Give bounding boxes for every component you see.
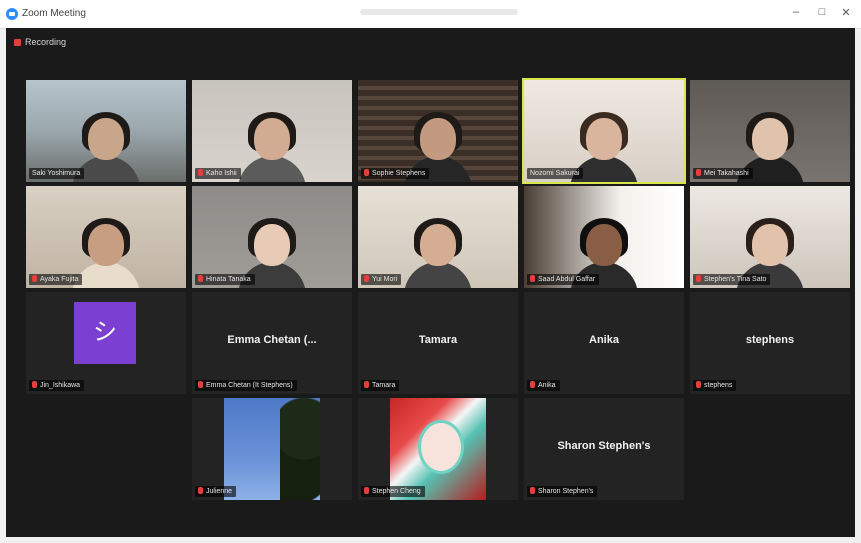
record-icon: [14, 39, 21, 46]
participant-name: Mei Takahashi: [693, 168, 753, 179]
muted-mic-icon: [198, 381, 203, 388]
muted-mic-icon: [696, 169, 701, 176]
participant-name: Stephen Cheng: [361, 486, 425, 497]
participant-tile[interactable]: Emma Chetan (... Emma Chetan (It Stephen…: [192, 292, 352, 394]
participant-name: Julienne: [195, 486, 237, 497]
close-button[interactable]: ✕: [838, 6, 854, 19]
muted-mic-icon: [696, 275, 701, 282]
participant-name: Tamara: [361, 380, 400, 391]
participant-tile[interactable]: stephens stephens: [690, 292, 850, 394]
window-title: Zoom Meeting: [22, 8, 86, 19]
muted-mic-icon: [530, 487, 535, 494]
maximize-button[interactable]: □: [814, 6, 830, 18]
participant-tile[interactable]: Stephen's Tina Sato: [690, 186, 850, 288]
participant-display-name: Tamara: [418, 334, 458, 346]
participant-tile[interactable]: Saad Abdul Gaffar: [524, 186, 684, 288]
muted-mic-icon: [32, 381, 37, 388]
muted-mic-icon: [530, 275, 535, 282]
meeting-gallery-view: Recording Saki Yoshimura Kaho Ishii Soph…: [6, 28, 855, 537]
muted-mic-icon: [32, 275, 37, 282]
recording-indicator[interactable]: Recording: [14, 37, 66, 47]
participant-name: Yui Mori: [361, 274, 402, 285]
participant-tile[interactable]: シ Jin_Ishikawa: [26, 292, 186, 394]
participant-tile[interactable]: Tamara Tamara: [358, 292, 518, 394]
muted-mic-icon: [364, 381, 369, 388]
participant-display-name: Sharon Stephen's: [557, 440, 651, 452]
participant-tile[interactable]: Saki Yoshimura: [26, 80, 186, 182]
zoom-app-icon: [6, 8, 18, 20]
participant-tile[interactable]: Anika Anika: [524, 292, 684, 394]
participant-tile[interactable]: Julienne: [192, 398, 352, 500]
participant-tile[interactable]: Yui Mori: [358, 186, 518, 288]
participant-name: stephens: [693, 380, 737, 391]
participant-name: Sophie Stephens: [361, 168, 430, 179]
participant-tile[interactable]: Kaho Ishii: [192, 80, 352, 182]
participant-name: Saki Yoshimura: [29, 168, 85, 179]
participant-video: [232, 112, 312, 182]
participant-name: Kaho Ishii: [195, 168, 241, 179]
participant-name: Hinata Tanaka: [195, 274, 255, 285]
participant-display-name: stephens: [745, 334, 795, 346]
participant-tile[interactable]: Hinata Tanaka: [192, 186, 352, 288]
participant-name: Sharon Stephen's: [527, 486, 598, 497]
participant-display-name: Emma Chetan (...: [227, 334, 317, 346]
title-drag-handle[interactable]: [360, 9, 518, 15]
muted-mic-icon: [198, 169, 203, 176]
participant-tile[interactable]: Stephen Cheng: [358, 398, 518, 500]
participant-name: Anika: [527, 380, 560, 391]
muted-mic-icon: [198, 487, 203, 494]
participant-name: Saad Abdul Gaffar: [527, 274, 600, 285]
muted-mic-icon: [364, 275, 369, 282]
participant-tile-active-speaker[interactable]: Nozomi Sakurai: [522, 78, 686, 184]
participant-tile[interactable]: Ayaka Fujita: [26, 186, 186, 288]
participant-avatar: シ: [74, 302, 136, 364]
muted-mic-icon: [530, 381, 535, 388]
participant-name: Stephen's Tina Sato: [693, 274, 771, 285]
muted-mic-icon: [696, 381, 701, 388]
participant-video: [390, 398, 486, 500]
participant-tile[interactable]: Mei Takahashi: [690, 80, 850, 182]
muted-mic-icon: [364, 169, 369, 176]
participant-tile[interactable]: Sharon Stephen's Sharon Stephen's: [524, 398, 684, 500]
participant-name: Emma Chetan (It Stephens): [195, 380, 297, 391]
window-titlebar: Zoom Meeting – □ ✕: [0, 0, 861, 29]
recording-label: Recording: [25, 37, 67, 47]
participant-name: Nozomi Sakurai: [527, 168, 584, 179]
minimize-button[interactable]: –: [788, 6, 804, 18]
participant-tile[interactable]: Sophie Stephens: [358, 80, 518, 182]
muted-mic-icon: [198, 275, 203, 282]
participant-video: [398, 218, 478, 288]
participant-display-name: Anika: [589, 334, 619, 346]
muted-mic-icon: [364, 487, 369, 494]
participant-name: Ayaka Fujita: [29, 274, 83, 285]
participant-name: Jin_Ishikawa: [29, 380, 85, 391]
